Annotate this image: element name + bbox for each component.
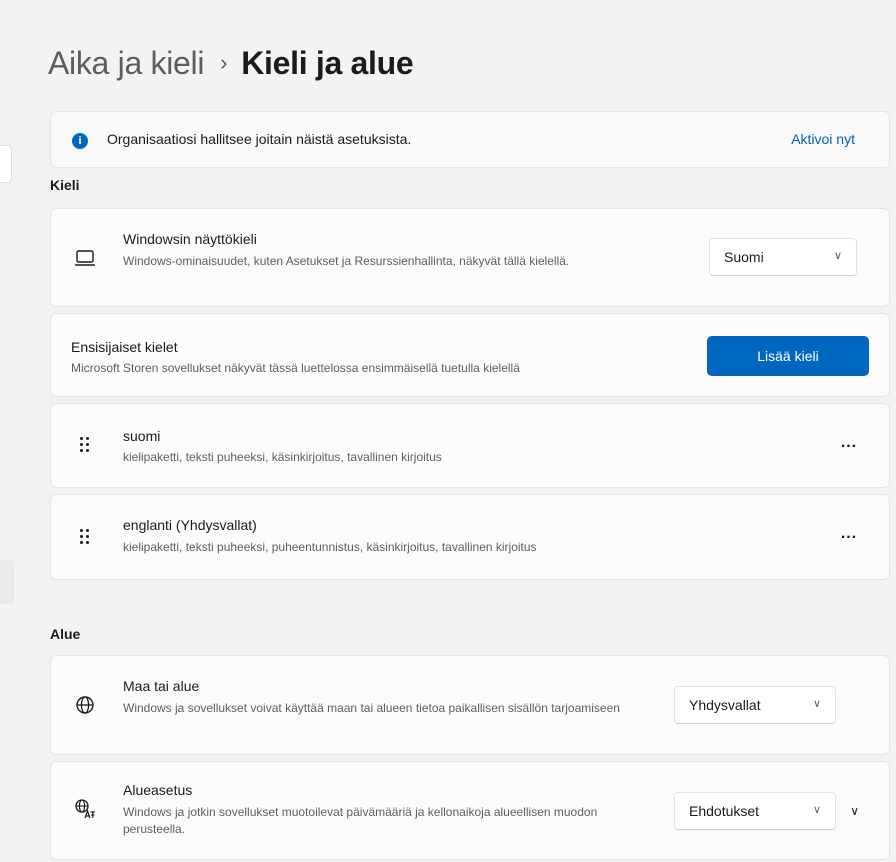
language-item-english-us[interactable]: englanti (Yhdysvallat) kielipaketti, tek… [50, 494, 890, 580]
sidebar-search-input[interactable] [0, 145, 12, 183]
chevron-down-icon: ∨ [812, 804, 821, 816]
language-features: kielipaketti, teksti puheeksi, puheentun… [123, 540, 537, 554]
language-section-title: Kieli [50, 177, 80, 193]
drag-handle-icon[interactable] [80, 529, 90, 545]
infobar-text: Organisaatiosi hallitsee joitain näistä … [107, 131, 412, 147]
region-section-title: Alue [50, 626, 81, 642]
regional-format-description: Windows ja jotkin sovellukset muotoileva… [123, 805, 598, 836]
regional-format-icon [75, 799, 95, 819]
managed-settings-infobar: i Organisaatiosi hallitsee joitain näist… [50, 111, 890, 168]
chevron-down-icon: ∨ [812, 698, 821, 710]
regional-format-title: Alueasetus [123, 782, 193, 798]
country-region-row: Maa tai alue Windows ja sovellukset voiv… [50, 655, 890, 755]
country-dropdown[interactable]: Yhdysvallat ∨ [674, 686, 836, 724]
preferred-languages-row: Ensisijaiset kielet Microsoft Storen sov… [50, 313, 890, 397]
country-title: Maa tai alue [123, 678, 200, 694]
globe-icon [76, 696, 94, 714]
page-title: Kieli ja alue [241, 44, 414, 81]
activate-now-link[interactable]: Aktivoi nyt [791, 131, 855, 147]
display-language-title: Windowsin näyttökieli [123, 231, 257, 247]
breadcrumb-separator: › [220, 50, 228, 75]
language-name: suomi [123, 428, 161, 444]
chevron-down-icon: ∨ [833, 250, 842, 262]
breadcrumb: Aika ja kieli › Kieli ja alue [48, 38, 414, 88]
more-options-button[interactable]: ... [835, 524, 863, 552]
sidebar-selected-item[interactable] [0, 560, 14, 604]
display-language-dropdown[interactable]: Suomi ∨ [709, 238, 857, 276]
breadcrumb-parent[interactable]: Aika ja kieli [48, 45, 204, 82]
info-icon: i [72, 133, 88, 149]
display-language-row: Windowsin näyttökieli Windows-ominaisuud… [50, 208, 890, 307]
preferred-languages-title: Ensisijaiset kielet [71, 339, 178, 355]
country-selected: Yhdysvallat [689, 697, 761, 713]
expand-chevron-icon[interactable]: ∨ [850, 804, 859, 818]
monitor-icon [74, 250, 96, 266]
preferred-languages-description: Microsoft Storen sovellukset näkyvät täs… [71, 361, 520, 375]
language-name: englanti (Yhdysvallat) [123, 517, 257, 533]
country-description: Windows ja sovellukset voivat käyttää ma… [123, 701, 620, 715]
add-language-button[interactable]: Lisää kieli [707, 336, 869, 376]
regional-format-selected: Ehdotukset [689, 803, 760, 819]
display-language-description: Windows-ominaisuudet, kuten Asetukset ja… [123, 254, 570, 268]
drag-handle-icon[interactable] [80, 437, 90, 453]
regional-format-dropdown[interactable]: Ehdotukset ∨ [674, 792, 836, 830]
regional-format-row[interactable]: Alueasetus Windows ja jotkin sovellukset… [50, 761, 890, 860]
display-language-selected: Suomi [724, 249, 764, 265]
language-features: kielipaketti, teksti puheeksi, käsinkirj… [123, 450, 442, 464]
more-options-button[interactable]: ... [835, 433, 863, 461]
language-item-finnish[interactable]: suomi kielipaketti, teksti puheeksi, käs… [50, 403, 890, 488]
